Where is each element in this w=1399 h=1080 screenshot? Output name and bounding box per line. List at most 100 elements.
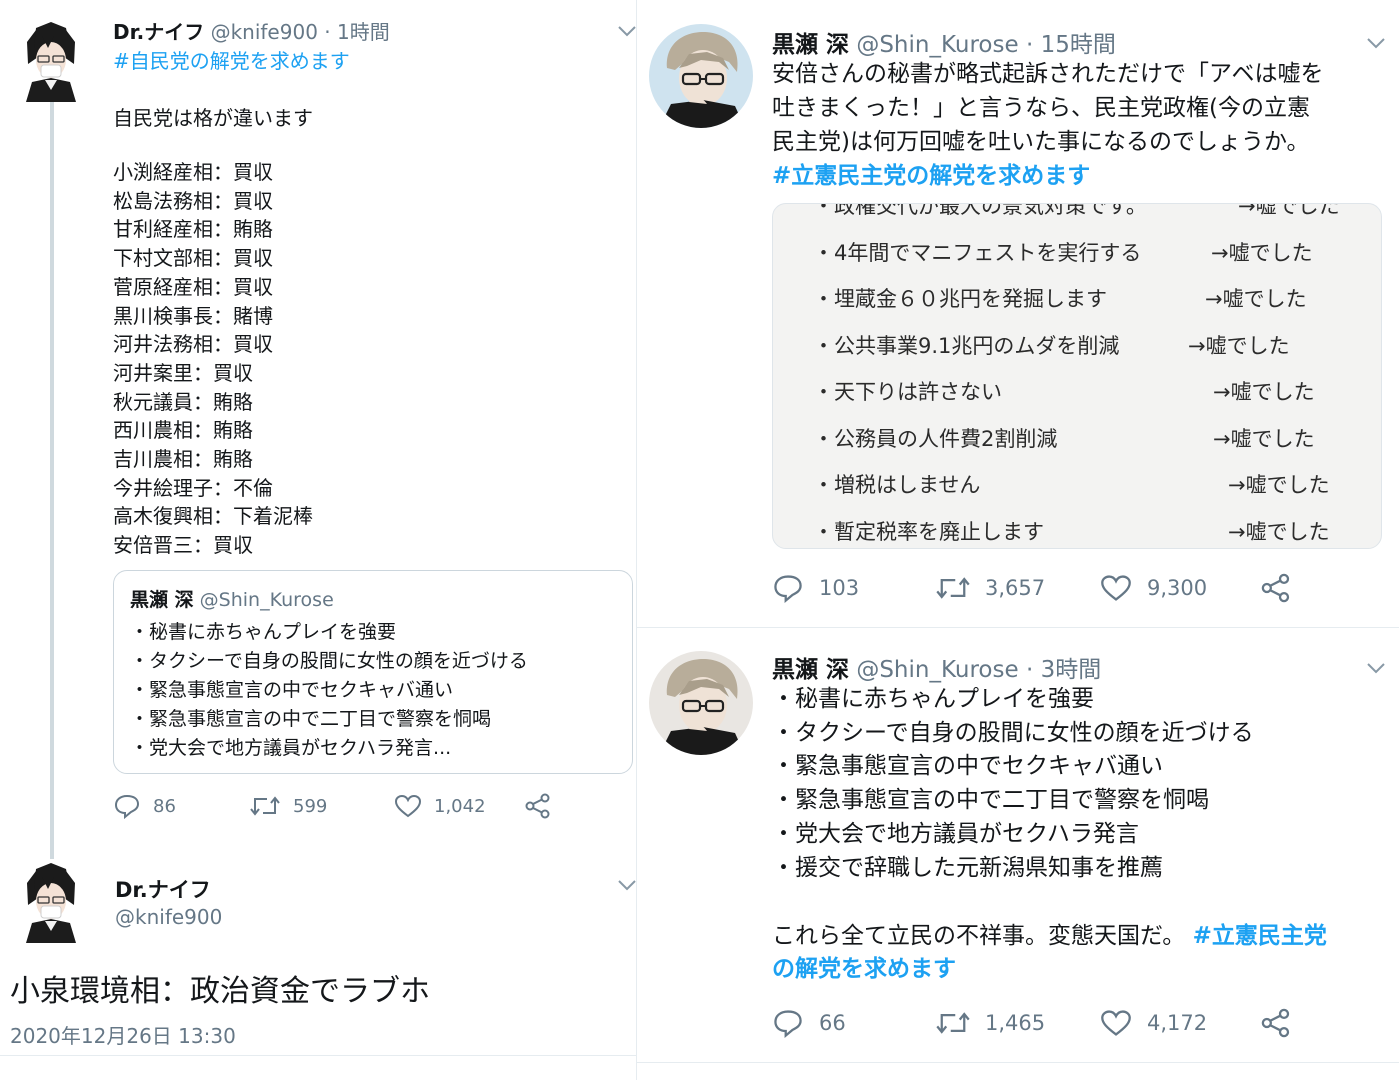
chevron-down-icon[interactable] [1365,661,1387,675]
list-item: 河井法務相：買収 [113,332,273,357]
reply-button[interactable]: 103 [772,573,935,603]
tweet-time[interactable]: · 15時間 [1026,32,1116,58]
tweet-actions: 66 1,465 4,172 [772,1008,1292,1038]
list-item: ・党大会で地方議員がセクハラ発言... [130,737,452,759]
tweet-tail-text: これら全て立民の不祥事。変態天国だ。 #立憲民主党 の解党を求めます [772,920,1387,986]
avatar[interactable] [18,18,84,102]
reply-count: 103 [819,576,860,600]
chevron-down-icon[interactable] [616,24,638,38]
like-button[interactable]: 1,042 [394,793,524,819]
avatar[interactable] [649,24,753,128]
image-row-left: ・増税はしません [813,473,981,497]
retweet-button[interactable]: 1,465 [935,1008,1100,1038]
image-row: ・公共事業9.1兆円のムダを削減 →嘘でした [773,330,1381,377]
image-row-left: ・暫定税率を廃止します [813,519,1044,544]
display-name[interactable]: Dr.ナイフ [113,20,204,44]
reply-count: 66 [819,1011,846,1035]
avatar[interactable] [649,651,753,755]
list-item: 高木復興相：下着泥棒 [113,504,313,529]
heart-icon [1101,575,1131,601]
heart-icon [394,794,422,818]
scandal-list: ・秘書に赤ちゃんプレイを強要 ・タクシーで自身の股間に女性の顔を近づける ・緊急… [772,683,1254,885]
like-button[interactable]: 4,172 [1100,1008,1260,1038]
image-row-left: ・埋蔵金６０兆円を発掘します [813,287,1107,311]
divider [637,627,1399,628]
image-row-right: →嘘でした [1228,519,1330,544]
retweet-count: 3,657 [985,576,1046,600]
like-count: 9,300 [1147,576,1208,600]
image-row: ・天下りは許さない →嘘でした [773,376,1381,423]
list-item: 小渕経産相：買収 [113,160,273,184]
image-row-left: ・政権交代が最大の景気対策です。 [813,203,1147,218]
list-item: ・緊急事態宣言の中で二丁目で警察を恫喝 [130,708,492,730]
display-name[interactable]: 黒瀬 深 [772,32,849,58]
quoted-user-handle: @Shin_Kurose [199,589,334,611]
user-handle[interactable]: @knife900 [115,905,222,929]
avatar-kurose-icon [649,24,753,128]
hashtag-link[interactable]: #立憲民主党の解党を求めます [772,159,1387,193]
user-handle[interactable]: @Shin_Kurose [856,657,1018,683]
image-row-right: →嘘でした [1205,287,1307,311]
retweet-button[interactable]: 599 [249,793,394,819]
heart-icon [1101,1010,1131,1036]
attached-image[interactable]: ・政権交代が最大の景気対策です。 →嘘でした ・4年間でマニフェストを実行する →嘘… [772,203,1382,549]
share-button[interactable] [1260,573,1292,603]
retweet-button[interactable]: 3,657 [935,573,1100,603]
image-row-left: ・公務員の人件費2割削減 [813,426,1058,451]
avatar-drknife-icon [18,18,84,102]
like-count: 1,042 [434,795,486,817]
user-handle[interactable]: @Shin_Kurose [856,32,1018,58]
tweet-time[interactable]: · 3時間 [1026,657,1101,683]
display-name[interactable]: Dr.ナイフ [115,874,211,904]
avatar[interactable] [18,858,84,944]
reply-button[interactable]: 86 [113,793,249,819]
scandal-list: 小渕経産相：買収 松島法務相：買収 甘利経産相：賄賂 下村文部相：買収 菅原経産… [113,158,313,560]
tweet-header: Dr.ナイフ @knife900 · 1時間 [113,16,390,45]
list-item: 秋元議員：賄賂 [113,389,253,414]
tweet-lead-text: 自民党は格が違います [113,106,313,130]
reply-button[interactable]: 66 [772,1008,935,1038]
divider [637,1062,1399,1063]
quoted-display-name: 黒瀬 深 [130,589,194,611]
tweet-body: 小泉環境相：政治資金でラブホ [10,974,430,1009]
retweet-count: 1,465 [985,1011,1046,1035]
chevron-down-icon[interactable] [616,878,638,892]
tweet-body-line: 民主党)は何万回嘘を吐いた事になるのでしょうか。 [772,129,1310,155]
retweet-icon [250,796,280,816]
image-row: ・暫定税率を廃止します →嘘でした [773,516,1381,549]
image-row-right: →嘘でした [1213,426,1315,451]
tweet-timestamp[interactable]: 2020年12月26日 13:30 [10,1020,236,1049]
image-row-right: →嘘でした [1188,333,1290,358]
retweet-count: 599 [293,795,328,817]
hashtag-link-continuation[interactable]: の解党を求めます [772,953,1387,986]
share-button[interactable] [1260,1008,1292,1038]
image-row-right: →嘘でした [1228,473,1330,497]
image-row: ・公務員の人件費2割削減 →嘘でした [773,423,1381,470]
share-icon [525,793,550,819]
hashtag-link[interactable]: #自民党の解党を求めます [113,45,350,74]
tweet-actions: 86 599 1,042 [113,793,552,819]
like-button[interactable]: 9,300 [1100,573,1260,603]
divider [0,1055,636,1056]
list-item: 下村文部相：買収 [113,246,273,271]
avatar-kurose-icon [649,651,753,755]
display-name[interactable]: 黒瀬 深 [772,657,849,683]
chevron-down-icon[interactable] [1365,36,1387,50]
retweet-icon [936,577,970,599]
thread-connector-line [50,102,54,862]
image-row-left: ・4年間でマニフェストを実行する [813,240,1142,265]
list-item: ・党大会で地方議員がセクハラ発言 [772,820,1139,847]
share-button[interactable] [524,793,552,819]
hashtag-link[interactable]: #立憲民主党 [1193,923,1327,949]
list-item: 西川農相：賄賂 [113,418,253,443]
share-icon [1261,573,1290,603]
avatar-drknife-icon [18,859,84,943]
user-handle[interactable]: @knife900 [211,20,318,44]
list-item: 河井案里：買収 [113,360,253,385]
list-item: ・緊急事態宣言の中でセクキャバ通い [130,679,454,701]
tweet-actions: 103 3,657 9,300 [772,573,1292,603]
image-row-right: →嘘でした [1213,380,1315,404]
tweet-time[interactable]: · 1時間 [324,20,389,44]
quoted-tweet-card[interactable]: 黒瀬 深 @Shin_Kurose ・秘書に赤ちゃんプレイを強要 ・タクシーで自… [113,570,633,774]
list-item: 今井絵理子：不倫 [113,475,273,500]
